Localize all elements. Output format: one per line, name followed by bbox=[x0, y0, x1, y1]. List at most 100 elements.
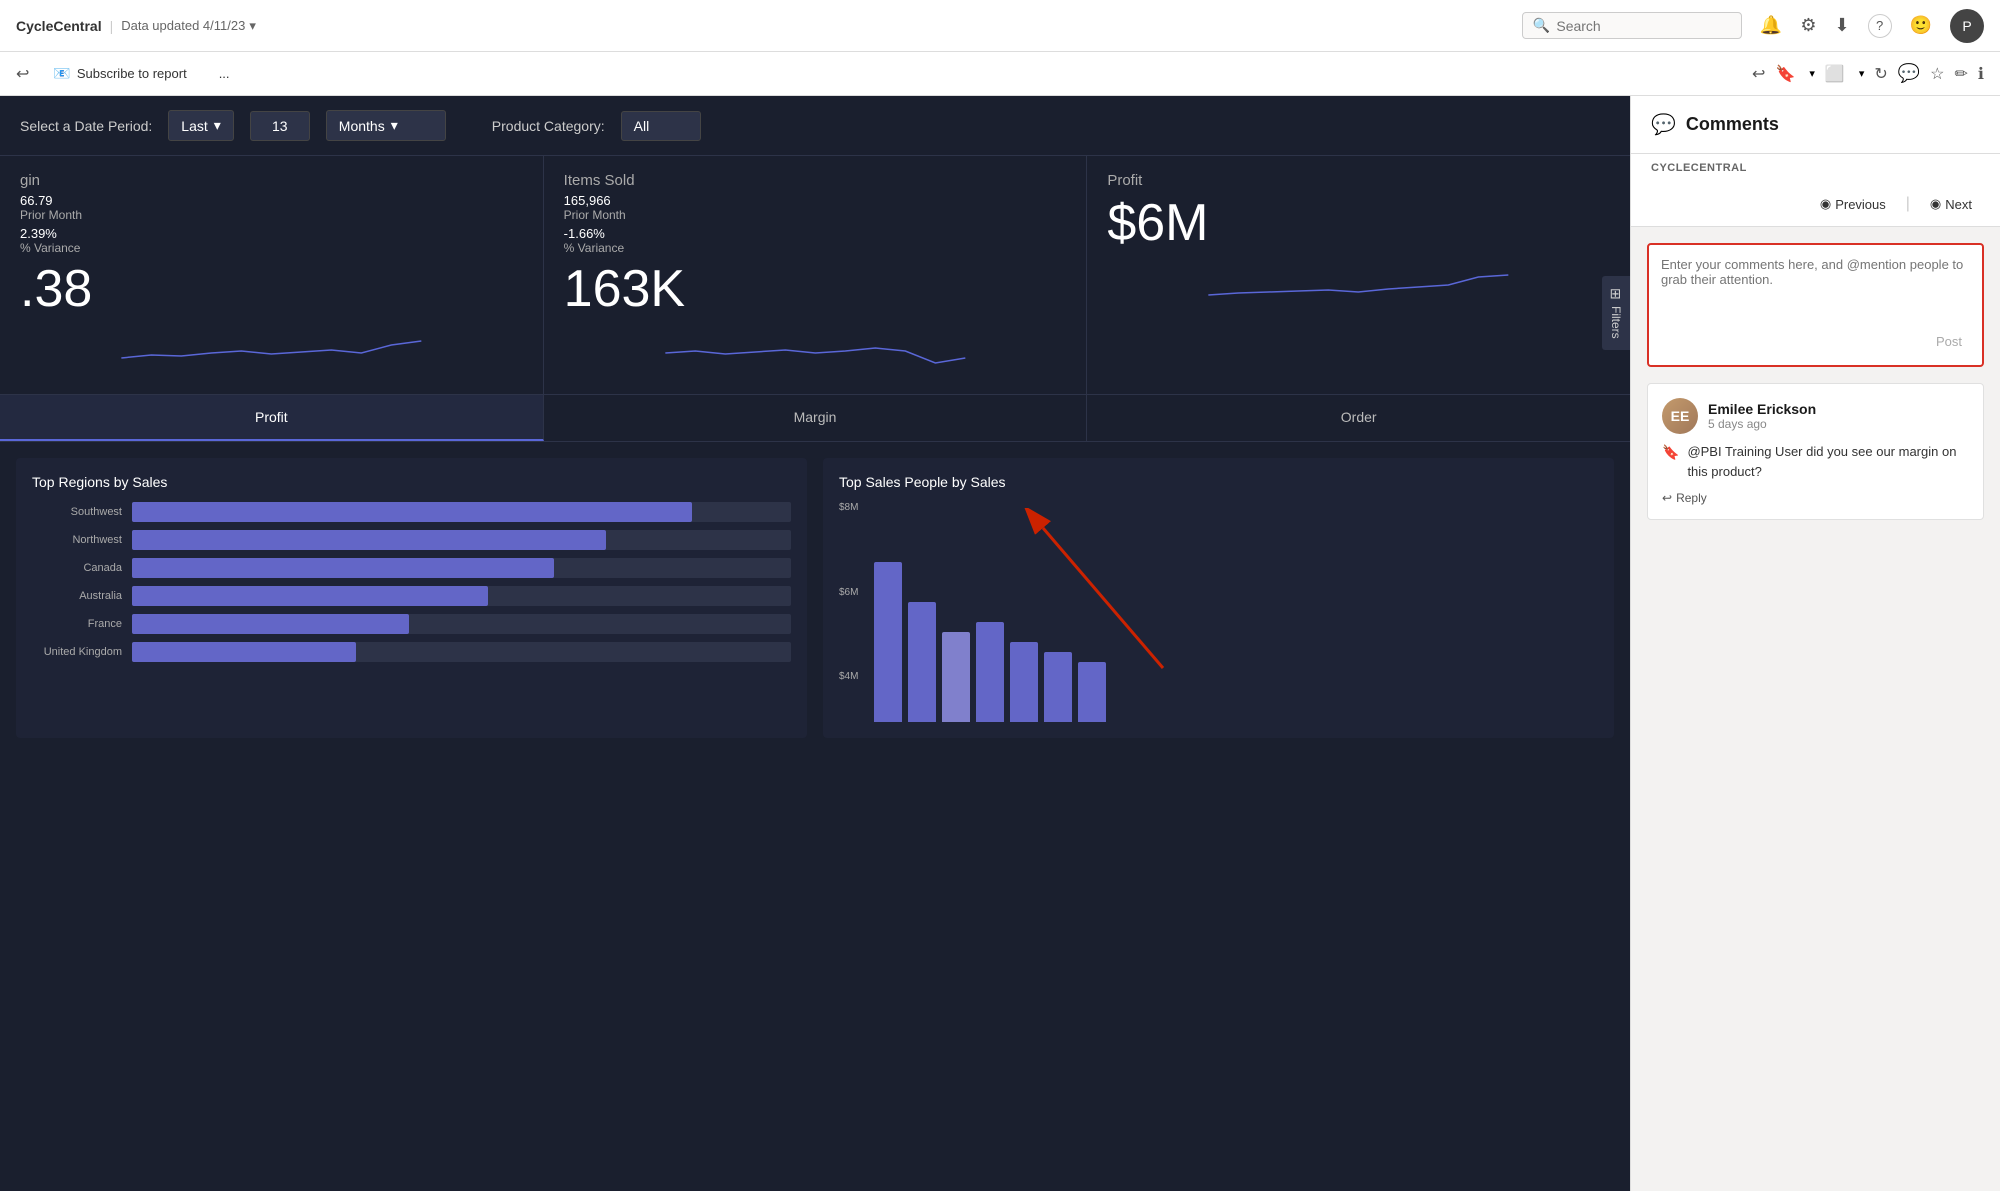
help-icon[interactable]: ? bbox=[1868, 14, 1892, 38]
metric-prior-value-0: 66.79 bbox=[20, 193, 82, 208]
bar-row-4: France bbox=[32, 614, 791, 634]
period-chevron: ▾ bbox=[214, 117, 221, 134]
bar-label-5: United Kingdom bbox=[32, 646, 122, 658]
reply-label-0: Reply bbox=[1676, 491, 1707, 505]
data-updated-chevron[interactable]: ▾ bbox=[249, 18, 256, 34]
top-sales-title: Top Sales People by Sales bbox=[839, 474, 1598, 490]
bar-track-5 bbox=[132, 642, 791, 662]
bar-track-1 bbox=[132, 530, 791, 550]
reply-button-0[interactable]: ↩ Reply bbox=[1662, 491, 1707, 505]
period-unit-chevron: ▾ bbox=[391, 117, 398, 134]
metric-prior-label-1: Prior Month bbox=[564, 208, 626, 222]
toolbar-right: ↩ 🔖 ▾ ⬜ ▾ ↻ 💬 ☆ ✏ ℹ bbox=[1752, 63, 1984, 84]
product-category-label: Product Category: bbox=[492, 118, 605, 134]
y-label-8m: $8M bbox=[839, 502, 858, 513]
avatar[interactable]: P bbox=[1950, 9, 1984, 43]
next-label: Next bbox=[1945, 197, 1972, 212]
charts-area: Top Regions by Sales Southwest Northwest bbox=[0, 442, 1630, 754]
bar-track-0 bbox=[132, 502, 791, 522]
tab-margin[interactable]: Margin bbox=[544, 395, 1088, 441]
subscribe-button[interactable]: 📧 Subscribe to report bbox=[45, 61, 194, 86]
next-button[interactable]: ◉ Next bbox=[1922, 192, 1980, 216]
smiley-icon[interactable]: 🙂 bbox=[1910, 15, 1932, 36]
metric-big-0: .38 bbox=[20, 259, 523, 319]
comment-input-area: Post bbox=[1647, 243, 1984, 367]
comments-title: Comments bbox=[1686, 114, 1779, 135]
comment-author-name-0: Emilee Erickson bbox=[1708, 401, 1816, 417]
comment-bookmark-icon-0[interactable]: 🔖 bbox=[1662, 444, 1679, 461]
search-box[interactable]: 🔍 bbox=[1522, 12, 1742, 39]
settings-icon[interactable]: ⚙ bbox=[1800, 15, 1816, 36]
previous-icon: ◉ bbox=[1820, 196, 1831, 212]
bar-label-2: Canada bbox=[32, 562, 122, 574]
previous-label: Previous bbox=[1835, 197, 1886, 212]
data-updated-text: Data updated 4/11/23 bbox=[121, 18, 245, 33]
toolbar-star-icon[interactable]: ☆ bbox=[1930, 64, 1944, 84]
nav-left: CycleCentral | Data updated 4/11/23 ▾ bbox=[16, 18, 256, 34]
comment-actions-0: ↩ Reply bbox=[1662, 491, 1969, 505]
app-title: CycleCentral bbox=[16, 18, 102, 34]
toolbar-bookmark-icon[interactable]: 🔖 bbox=[1775, 64, 1795, 84]
window-chevron[interactable]: ▾ bbox=[1859, 67, 1865, 80]
bar-label-1: Northwest bbox=[32, 534, 122, 546]
metric-card-profit: Profit $6M bbox=[1087, 156, 1630, 394]
search-input[interactable] bbox=[1556, 18, 1731, 34]
col-chart bbox=[864, 502, 1598, 722]
metric-title-2: Profit bbox=[1107, 172, 1610, 189]
y-axis: $8M $6M $4M bbox=[839, 502, 864, 682]
nav-right: 🔍 🔔 ⚙ ⬇ ? 🙂 P bbox=[1522, 9, 1984, 43]
period-unit-label: Months bbox=[339, 118, 385, 134]
col-bar-6 bbox=[1078, 662, 1106, 722]
bookmark-chevron[interactable]: ▾ bbox=[1809, 67, 1815, 80]
bar-row-2: Canada bbox=[32, 558, 791, 578]
comment-author-info-0: Emilee Erickson 5 days ago bbox=[1708, 401, 1816, 431]
period-unit-select[interactable]: Months ▾ bbox=[326, 110, 446, 141]
metric-variance-value-0: 2.39% bbox=[20, 226, 82, 241]
sparkline-0 bbox=[20, 323, 523, 373]
back-icon[interactable]: ↩ bbox=[16, 64, 29, 84]
sparkline-1 bbox=[564, 323, 1067, 373]
bar-fill-3 bbox=[132, 586, 488, 606]
comment-body-0: @PBI Training User did you see our margi… bbox=[1687, 442, 1969, 481]
post-button[interactable]: Post bbox=[1928, 330, 1970, 353]
filters-tab[interactable]: ⊞ Filters bbox=[1602, 276, 1630, 350]
top-sales-people-chart: Top Sales People by Sales $8M $6M $4M bbox=[823, 458, 1614, 738]
toolbar-comment-icon[interactable]: 💬 bbox=[1898, 63, 1920, 84]
previous-button[interactable]: ◉ Previous bbox=[1812, 192, 1894, 216]
toolbar-back-icon[interactable]: ↩ bbox=[1752, 64, 1765, 84]
filters-tab-label: Filters bbox=[1609, 306, 1623, 339]
nav-sep: | bbox=[1906, 195, 1910, 213]
bell-icon[interactable]: 🔔 bbox=[1760, 15, 1782, 36]
bar-row-5: United Kingdom bbox=[32, 642, 791, 662]
toolbar-refresh-icon[interactable]: ↻ bbox=[1874, 64, 1887, 84]
col-bar-4 bbox=[1010, 642, 1038, 722]
toolbar: ↩ 📧 Subscribe to report ... ↩ 🔖 ▾ ⬜ ▾ ↻ … bbox=[0, 52, 2000, 96]
report-panel: Select a Date Period: Last ▾ 13 Months ▾… bbox=[0, 96, 1630, 1191]
metric-card-margin: gin 66.79 Prior Month 2.39% % Variance .… bbox=[0, 156, 544, 394]
toolbar-pencil-icon[interactable]: ✏ bbox=[1955, 64, 1968, 84]
col-bar-5 bbox=[1044, 652, 1072, 722]
main-content: Select a Date Period: Last ▾ 13 Months ▾… bbox=[0, 96, 2000, 1191]
bar-label-3: Australia bbox=[32, 590, 122, 602]
bar-fill-5 bbox=[132, 642, 356, 662]
product-category-select[interactable]: All bbox=[621, 111, 701, 141]
download-icon[interactable]: ⬇ bbox=[1834, 15, 1849, 36]
more-button[interactable]: ... bbox=[211, 62, 238, 85]
tab-profit[interactable]: Profit bbox=[0, 395, 544, 441]
comments-nav: ◉ Previous | ◉ Next bbox=[1631, 182, 2000, 227]
toolbar-left: ↩ 📧 Subscribe to report ... bbox=[16, 61, 238, 86]
period-last-select[interactable]: Last ▾ bbox=[168, 110, 234, 141]
metric-big-1: 163K bbox=[564, 259, 1067, 319]
date-period-label: Select a Date Period: bbox=[20, 118, 152, 134]
toolbar-window-icon[interactable]: ⬜ bbox=[1825, 64, 1845, 84]
bar-label-4: France bbox=[32, 618, 122, 630]
toolbar-info-icon[interactable]: ℹ bbox=[1978, 64, 1984, 84]
col-bar-3 bbox=[976, 622, 1004, 722]
period-number-input[interactable]: 13 bbox=[250, 111, 310, 141]
comments-panel: 💬 Comments CYCLECENTRAL ◉ Previous | ◉ N… bbox=[1630, 96, 2000, 1191]
tab-order[interactable]: Order bbox=[1087, 395, 1630, 441]
comment-textarea[interactable] bbox=[1661, 257, 1970, 317]
sparkline-2 bbox=[1107, 257, 1610, 307]
y-label-4m: $4M bbox=[839, 671, 858, 682]
bar-row-1: Northwest bbox=[32, 530, 791, 550]
